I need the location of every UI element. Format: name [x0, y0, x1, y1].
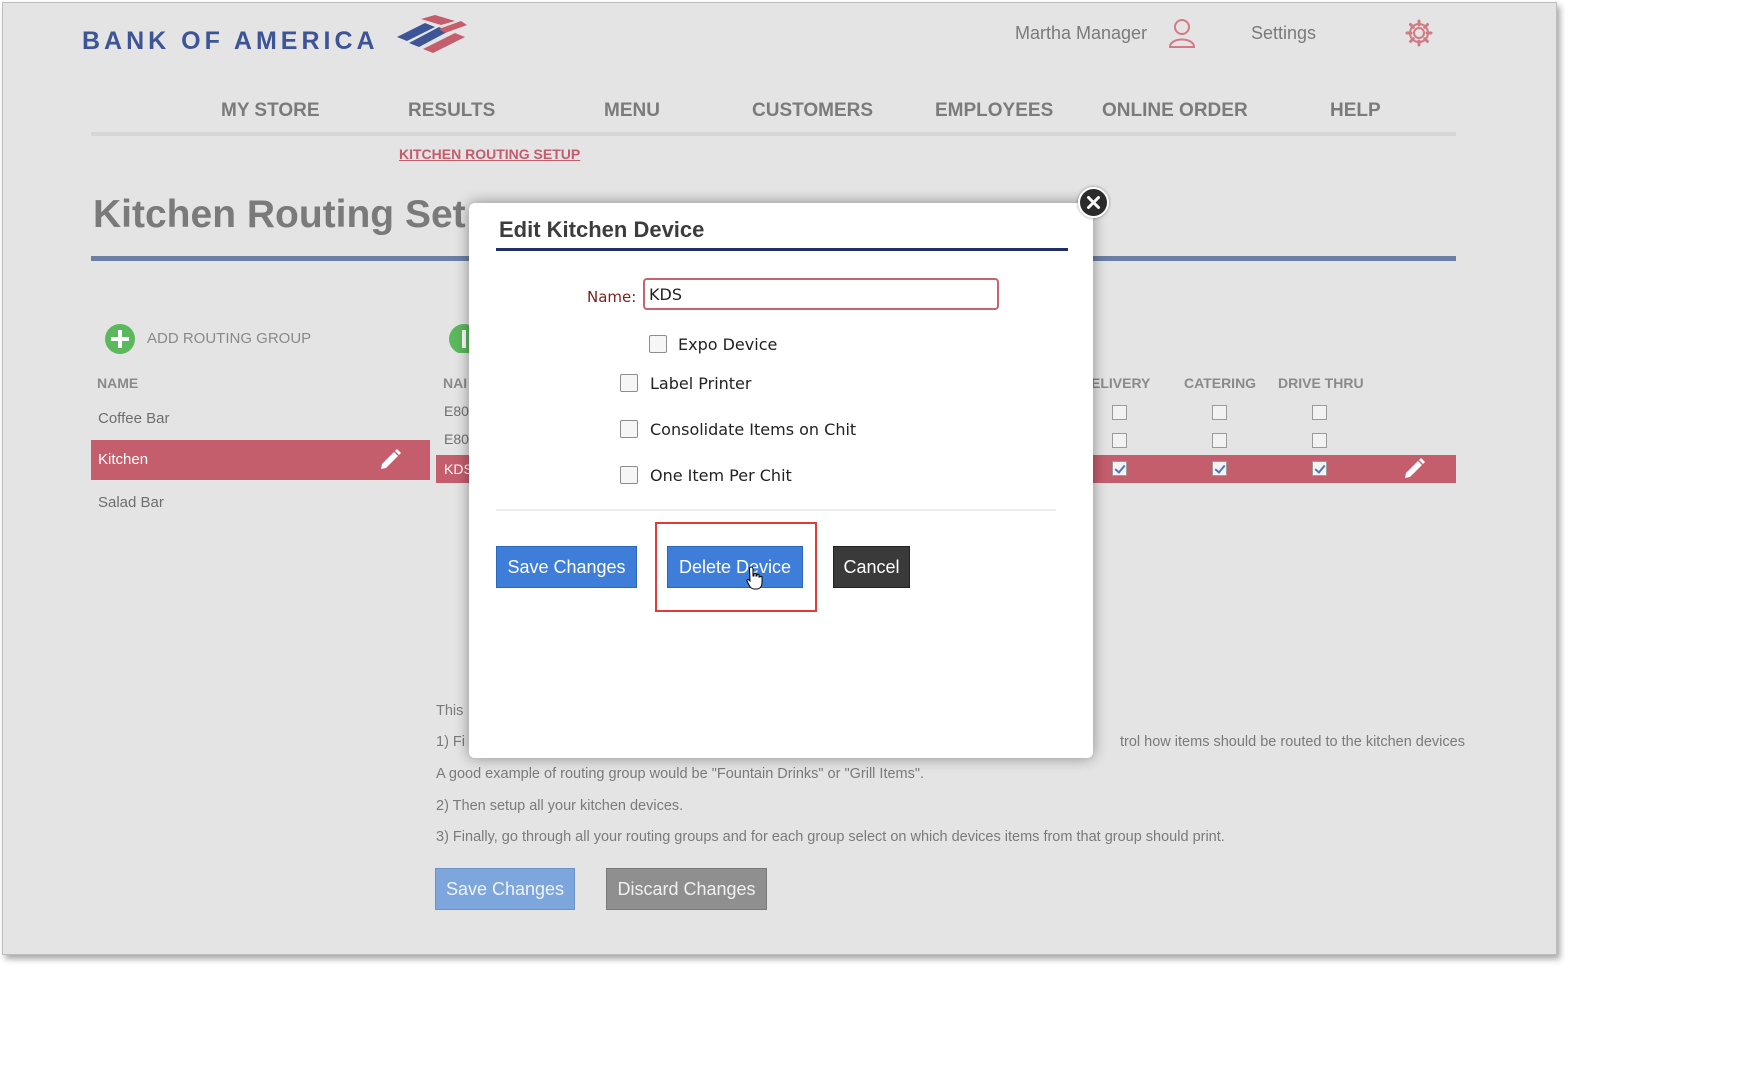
device-name: E80 [444, 403, 469, 419]
device-name-header: NAI [443, 375, 468, 391]
delivery-checkbox[interactable] [1112, 461, 1127, 476]
drive-thru-checkbox[interactable] [1312, 405, 1327, 420]
delivery-checkbox[interactable] [1112, 433, 1127, 448]
dialog-title-divider [496, 248, 1068, 251]
routing-group-name: Coffee Bar [98, 410, 170, 427]
one-item-per-chit-checkbox[interactable] [620, 466, 638, 484]
drive-thru-checkbox[interactable] [1312, 461, 1327, 476]
flag-logo-icon [397, 15, 467, 53]
delivery-checkbox[interactable] [1112, 405, 1127, 420]
drive-thru-header: DRIVE THRU [1278, 375, 1364, 391]
device-name-input[interactable] [643, 278, 999, 310]
nav-my-store[interactable]: MY STORE [221, 100, 320, 122]
instructions-example: A good example of routing group would be… [436, 766, 925, 782]
user-name[interactable]: Martha Manager [1015, 23, 1147, 44]
dialog-save-changes-button[interactable]: Save Changes [496, 546, 637, 588]
expo-device-label: Expo Device [678, 335, 778, 354]
nav-employees[interactable]: EMPLOYEES [935, 100, 1053, 122]
settings-link[interactable]: Settings [1251, 23, 1316, 44]
add-routing-group-button[interactable]: ADD ROUTING GROUP [147, 330, 311, 347]
routing-group-name-header: NAME [97, 375, 139, 391]
label-printer-checkbox[interactable] [620, 374, 638, 392]
subnav-kitchen-routing-setup[interactable]: KITCHEN ROUTING SETUP [399, 146, 580, 162]
catering-checkbox[interactable] [1212, 433, 1227, 448]
nav-help[interactable]: HELP [1330, 100, 1381, 122]
instructions-step3: 3) Finally, go through all your routing … [436, 829, 1225, 845]
device-name: E80 [444, 431, 469, 447]
app-window: BANK OF AMERICA Martha Manager Settings … [2, 2, 1557, 955]
consolidate-items-label: Consolidate Items on Chit [650, 420, 857, 439]
routing-group-row-selected[interactable]: Kitchen [91, 440, 430, 480]
routing-group-name: Salad Bar [98, 494, 164, 511]
nav-online-order[interactable]: ONLINE ORDER [1102, 100, 1248, 122]
cancel-button[interactable]: Cancel [833, 546, 910, 588]
nav-divider [91, 132, 1456, 136]
instructions-step2: 2) Then setup all your kitchen devices. [436, 798, 684, 814]
instructions-step1-continued: trol how items should be routed to the k… [1120, 734, 1465, 750]
gear-icon[interactable] [1405, 19, 1433, 47]
user-icon[interactable] [1167, 17, 1197, 49]
catering-checkbox[interactable] [1212, 461, 1227, 476]
instructions-intro: This [436, 703, 464, 719]
nav-customers[interactable]: CUSTOMERS [752, 100, 873, 122]
add-routing-group-icon[interactable] [104, 323, 136, 355]
routing-group-row[interactable]: Salad Bar [91, 483, 430, 523]
drive-thru-checkbox[interactable] [1312, 433, 1327, 448]
nav-menu[interactable]: MENU [604, 100, 660, 122]
name-label: Name: [587, 288, 637, 306]
save-changes-button[interactable]: Save Changes [435, 868, 575, 910]
dialog-divider [496, 509, 1056, 511]
close-dialog-button[interactable] [1078, 187, 1109, 218]
label-printer-label: Label Printer [650, 374, 752, 393]
edit-kitchen-device-dialog: Edit Kitchen Device Name: Expo Device La… [469, 203, 1093, 758]
routing-group-row[interactable]: Coffee Bar [91, 399, 430, 439]
delete-button-highlight [655, 522, 817, 612]
bank-of-america-logo: BANK OF AMERICA [82, 27, 379, 55]
expo-device-checkbox[interactable] [649, 335, 667, 353]
instructions-step1: 1) Fi [436, 734, 465, 750]
page-title: Kitchen Routing Set [93, 193, 466, 236]
discard-changes-button[interactable]: Discard Changes [606, 868, 767, 910]
hand-cursor-icon [746, 566, 763, 590]
edit-pencil-icon[interactable] [378, 448, 402, 472]
one-item-per-chit-label: One Item Per Chit [650, 466, 792, 485]
consolidate-items-checkbox[interactable] [620, 420, 638, 438]
delivery-header: ELIVERY [1091, 375, 1151, 391]
nav-results[interactable]: RESULTS [408, 100, 495, 122]
catering-checkbox[interactable] [1212, 405, 1227, 420]
close-icon [1087, 196, 1100, 209]
edit-pencil-icon[interactable] [1402, 457, 1426, 481]
dialog-title: Edit Kitchen Device [499, 217, 705, 242]
routing-group-name: Kitchen [98, 451, 149, 468]
catering-header: CATERING [1184, 375, 1257, 391]
